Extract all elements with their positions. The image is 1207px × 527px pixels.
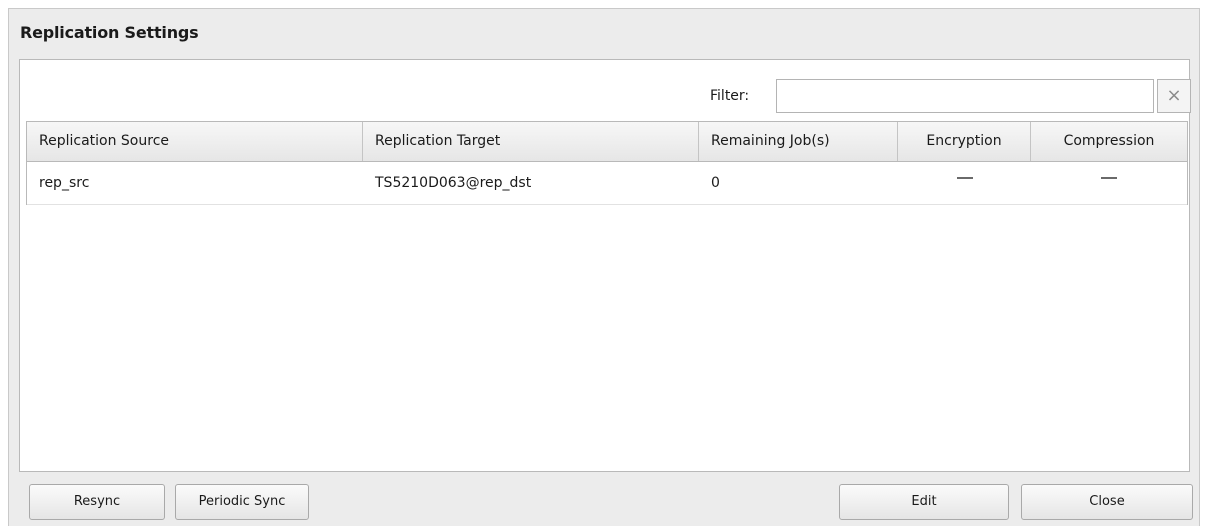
cell-target: TS5210D063@rep_dst	[375, 175, 532, 191]
column-header-encryption[interactable]: Encryption	[898, 122, 1031, 161]
column-header-remaining-jobs[interactable]: Remaining Job(s)	[699, 122, 898, 161]
clear-filter-icon[interactable]: ×	[1157, 79, 1191, 113]
periodic-sync-button[interactable]: Periodic Sync	[175, 484, 309, 520]
encryption-dash-icon	[956, 177, 973, 179]
table-row[interactable]: rep_src TS5210D063@rep_dst 0	[27, 162, 1187, 205]
filter-label: Filter:	[710, 88, 750, 104]
table-header: Replication Source Replication Target Re…	[27, 122, 1187, 162]
cell-source: rep_src	[39, 175, 90, 191]
cell-encryption	[898, 162, 1031, 204]
cell-remaining-jobs: 0	[711, 175, 720, 191]
edit-button[interactable]: Edit	[839, 484, 1009, 520]
compression-dash-icon	[1101, 177, 1117, 179]
resync-button[interactable]: Resync	[29, 484, 165, 520]
column-header-source[interactable]: Replication Source	[27, 122, 363, 161]
cell-compression	[1031, 162, 1187, 204]
column-header-compression[interactable]: Compression	[1031, 122, 1187, 161]
replication-settings-dialog: Replication Settings Filter: × Replicati…	[8, 8, 1200, 526]
close-button[interactable]: Close	[1021, 484, 1193, 520]
column-header-target[interactable]: Replication Target	[363, 122, 699, 161]
dialog-title: Replication Settings	[20, 23, 199, 42]
replication-table: Replication Source Replication Target Re…	[26, 121, 1188, 205]
filter-input[interactable]	[776, 79, 1154, 113]
